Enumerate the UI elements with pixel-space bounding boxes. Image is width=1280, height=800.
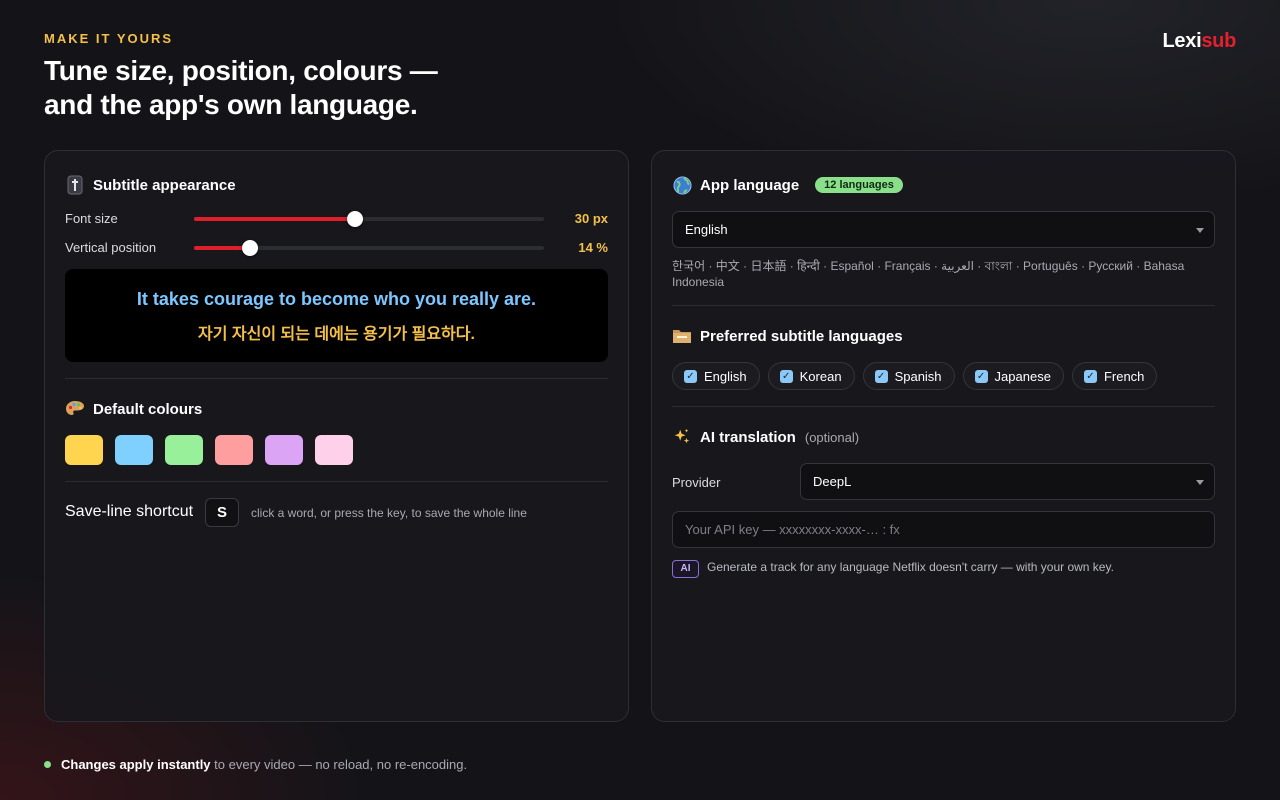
vertical-position-label: Vertical position xyxy=(65,240,157,255)
vertical-position-slider[interactable] xyxy=(194,240,544,256)
save-line-shortcut-label: Save-line shortcut xyxy=(65,503,194,520)
provider-select-value: DeepL xyxy=(813,474,852,489)
provider-label: Provider xyxy=(672,475,721,490)
footer-bold: Changes apply instantly xyxy=(61,757,211,772)
font-size-slider[interactable] xyxy=(194,211,544,227)
chip-korean[interactable]: ✓ Korean xyxy=(767,362,855,390)
page-title-line-2: and the app's own language. xyxy=(44,89,418,120)
chip-label: Japanese xyxy=(994,368,1051,384)
app-language-heading: App language 12 languages xyxy=(672,175,903,195)
footer-note: Changes apply instantly to every video —… xyxy=(44,757,467,772)
divider xyxy=(65,378,608,379)
chip-label: Korean xyxy=(799,368,842,384)
checkbox-checked-icon[interactable]: ✓ xyxy=(1083,369,1097,383)
api-key-input[interactable] xyxy=(672,511,1215,548)
chip-spanish[interactable]: ✓ Spanish xyxy=(862,362,955,390)
logo-part-1: Lexi xyxy=(1162,30,1202,52)
vertical-position-slider-handle[interactable] xyxy=(242,240,258,256)
colour-swatch-red[interactable] xyxy=(215,435,253,465)
preferred-languages-chips: ✓ English ✓ Korean ✓ Spanish ✓ Japanese ✓ Fre… xyxy=(672,362,1158,390)
colour-swatch-yellow[interactable] xyxy=(65,435,103,465)
chip-japanese[interactable]: ✓ Japanese xyxy=(962,362,1064,390)
app-language-select-value: English xyxy=(685,222,728,237)
font-size-slider-handle[interactable] xyxy=(347,211,363,227)
folder-icon xyxy=(672,326,692,346)
font-size-value: 30 px xyxy=(574,211,608,226)
preferred-languages-title: Preferred subtitle languages xyxy=(700,327,903,345)
save-line-shortcut-hint: click a word, or press the key, to save … xyxy=(251,506,527,520)
page-title-line-1: Tune size, position, colours — xyxy=(44,55,438,86)
vertical-position-value: 14 % xyxy=(578,240,608,255)
colour-swatch-blue[interactable] xyxy=(115,435,153,465)
divider xyxy=(65,481,608,482)
provider-select[interactable]: DeepL xyxy=(800,463,1215,500)
font-size-slider-fill xyxy=(194,217,355,221)
preview-english-line: It takes courage to become who you reall… xyxy=(136,289,537,309)
status-dot-icon xyxy=(44,761,51,768)
save-line-shortcut-key[interactable]: S xyxy=(205,498,239,527)
ai-translation-hint: Generate a track for any language Netfli… xyxy=(707,560,1114,574)
globe-icon xyxy=(672,175,692,195)
logo-part-2: sub xyxy=(1201,30,1236,52)
ai-translation-title: AI translation xyxy=(700,428,796,446)
page-title: Tune size, position, colours — and the a… xyxy=(44,54,564,122)
chip-label: Spanish xyxy=(894,368,942,384)
chevron-down-icon xyxy=(1196,480,1204,485)
app-language-select[interactable]: English xyxy=(672,211,1215,248)
brand-logo: Lexisub xyxy=(1163,30,1237,53)
colour-swatch-pink[interactable] xyxy=(315,435,353,465)
chip-label: English xyxy=(704,368,747,384)
language-count-badge: 12 languages xyxy=(815,177,903,193)
subtitle-bar-icon xyxy=(65,175,85,195)
chip-label: French xyxy=(1103,368,1145,384)
footer-text: Changes apply instantly to every video —… xyxy=(61,757,467,772)
ai-translation-heading: AI translation (optional) xyxy=(672,427,859,447)
chevron-down-icon xyxy=(1196,228,1204,233)
language-card: App language 12 languages English 한국어 · … xyxy=(651,150,1236,722)
preferred-languages-heading: Preferred subtitle languages xyxy=(672,326,903,346)
default-colours-heading: Default colours xyxy=(65,399,202,419)
palette-icon xyxy=(65,399,85,419)
footer-rest: to every video — no reload, no re-encodi… xyxy=(214,757,468,772)
supported-languages-list: 한국어 · 中文 · 日本語 · हिन्दी · Español · Fran… xyxy=(672,259,1185,289)
eyebrow-label: MAKE IT YOURS xyxy=(44,31,174,46)
optional-tag: (optional) xyxy=(804,429,860,445)
chip-english[interactable]: ✓ English xyxy=(672,362,760,390)
chip-french[interactable]: ✓ French xyxy=(1071,362,1158,390)
colour-swatch-purple[interactable] xyxy=(265,435,303,465)
divider xyxy=(672,406,1215,407)
divider xyxy=(672,305,1215,306)
ai-badge: AI xyxy=(672,560,699,578)
checkbox-checked-icon[interactable]: ✓ xyxy=(779,369,793,383)
subtitle-preview: It takes courage to become who you reall… xyxy=(65,269,608,362)
default-colours-title: Default colours xyxy=(93,400,203,418)
checkbox-checked-icon[interactable]: ✓ xyxy=(684,369,697,383)
subtitle-appearance-heading: Subtitle appearance xyxy=(65,175,236,195)
checkbox-checked-icon[interactable]: ✓ xyxy=(974,369,988,383)
subtitle-appearance-title: Subtitle appearance xyxy=(93,176,236,194)
preview-korean-line: 자기 자신이 되는 데에는 용기가 필요하다. xyxy=(198,326,475,343)
font-size-label: Font size xyxy=(65,211,118,226)
appearance-card: Subtitle appearance Font size 30 px Vert… xyxy=(44,150,629,722)
checkbox-checked-icon[interactable]: ✓ xyxy=(874,369,888,383)
sparkles-icon xyxy=(672,427,692,447)
app-language-title: App language xyxy=(700,176,800,194)
colour-swatch-green[interactable] xyxy=(165,435,203,465)
